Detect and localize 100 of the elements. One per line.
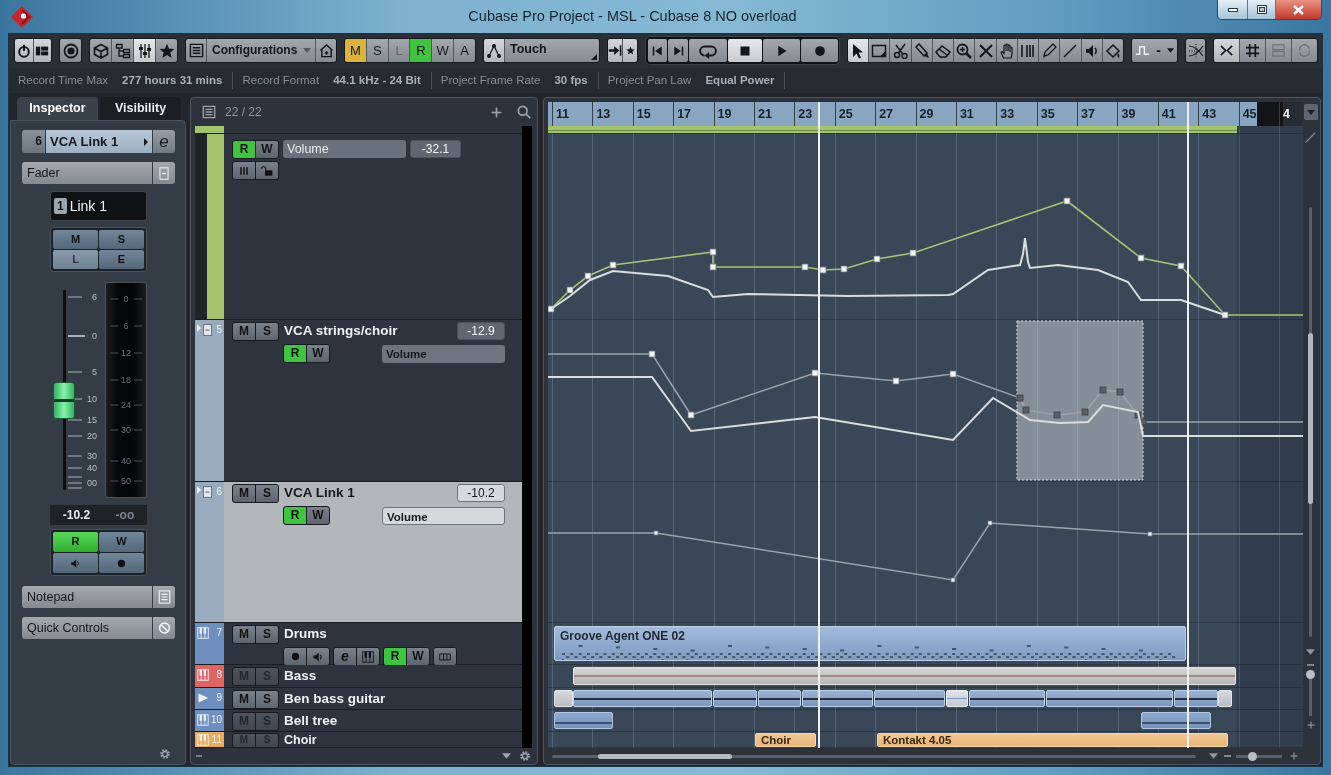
grid-button[interactable]	[1239, 39, 1265, 62]
automation-mode-dropdown[interactable]: Touch	[504, 39, 599, 62]
solo-button[interactable]: S	[256, 322, 278, 340]
scrollbar-thumb[interactable]	[598, 753, 732, 759]
edit-button[interactable]: e	[153, 130, 175, 153]
read-button[interactable]: R	[284, 507, 306, 524]
glue-tool-button[interactable]	[910, 39, 932, 62]
track-header[interactable]: 5 M S VCA strings/choir -12.9 R W Volume	[195, 320, 522, 482]
mute-tool-button[interactable]	[974, 39, 996, 62]
zoom-slider-track[interactable]	[1236, 754, 1282, 758]
audio-event[interactable]	[874, 690, 945, 707]
track-name-button[interactable]: VCA Link 1	[46, 130, 152, 153]
automation-mode-button[interactable]: R	[409, 39, 432, 62]
parameter-field[interactable]: Volume	[283, 140, 406, 158]
write-button[interactable]: W	[407, 648, 429, 665]
split-tool-button[interactable]	[889, 39, 911, 62]
range-tool-button[interactable]	[868, 39, 890, 62]
track-header[interactable]: 7 M S Drums e R W	[195, 623, 522, 665]
section-toggle-button[interactable]	[153, 162, 175, 184]
crossfade-button[interactable]	[1186, 39, 1205, 62]
close-button[interactable]	[1275, 0, 1321, 19]
mute-button[interactable]: M	[53, 230, 98, 249]
erase-tool-button[interactable]	[931, 39, 954, 62]
lock-button[interactable]	[256, 162, 278, 179]
fader-handle[interactable]	[53, 381, 75, 419]
track-header[interactable]: 6 M S VCA Link 1 -10.2 R W Volume	[195, 482, 522, 623]
audio-event[interactable]	[573, 690, 712, 707]
value-field[interactable]: -12.9	[457, 322, 505, 340]
vertical-scrollbar[interactable]	[1309, 207, 1312, 637]
automation-curve[interactable]	[548, 197, 1303, 319]
settings-button[interactable]	[159, 748, 171, 760]
list-button[interactable]	[186, 39, 206, 62]
scroll-down-button[interactable]	[502, 753, 511, 759]
stop-button[interactable]	[728, 39, 762, 62]
value-field[interactable]: -32.1	[410, 140, 461, 158]
scrollbar-thumb[interactable]	[1308, 333, 1313, 504]
previous-button[interactable]	[648, 39, 667, 62]
mute-button[interactable]: M	[233, 484, 255, 502]
toolbar-button[interactable]	[90, 39, 111, 62]
edit-button[interactable]: E	[99, 250, 144, 269]
color-tool-button[interactable]	[1101, 39, 1123, 62]
midi-part[interactable]	[554, 712, 613, 729]
timeline-ruler[interactable]: 11 13 15 17 19 21 23 25 27 29 31 33 35 37 39 41 43 45 4	[548, 102, 1303, 126]
track-list-menu-button[interactable]	[202, 105, 216, 119]
section-header[interactable]: Notepad	[22, 586, 152, 608]
cycle-button[interactable]	[689, 39, 727, 62]
toolbar-button[interactable]	[622, 39, 637, 62]
home-button[interactable]	[315, 39, 336, 62]
record-button[interactable]	[284, 648, 306, 665]
value-field[interactable]: -10.2	[457, 484, 505, 502]
parameter-dropdown[interactable]: Volume	[382, 344, 505, 363]
toolbar-button[interactable]	[133, 39, 155, 62]
snap-button[interactable]	[1214, 39, 1239, 62]
power-button[interactable]	[15, 39, 33, 62]
write-button[interactable]: W	[99, 532, 144, 552]
toolbar-button[interactable]	[155, 39, 177, 62]
solo-button[interactable]: S	[256, 625, 278, 643]
next-button[interactable]	[668, 39, 688, 62]
automation-mode-button[interactable]: S	[365, 39, 388, 62]
read-button[interactable]: R	[384, 648, 406, 665]
vca-sum-curve[interactable]	[548, 376, 1303, 442]
audio-event[interactable]	[713, 690, 757, 707]
automation-mode-button[interactable]: M	[345, 39, 366, 62]
solo-button[interactable]: S	[256, 690, 278, 708]
track-header[interactable]: 9 M S Ben bass guitar	[195, 688, 522, 710]
midi-part[interactable]: Groove Agent ONE 02	[554, 626, 1186, 661]
section-button[interactable]	[153, 586, 175, 608]
solo-button[interactable]: S	[256, 484, 278, 502]
maximize-button[interactable]	[1247, 0, 1275, 19]
time-warp-tool-button[interactable]	[1016, 39, 1039, 62]
constrain-button[interactable]	[60, 39, 81, 62]
lanes-button[interactable]	[434, 648, 456, 665]
audio-event[interactable]	[969, 690, 1045, 707]
toolbar-button[interactable]	[608, 39, 622, 62]
automation-mode-button[interactable]: A	[453, 39, 475, 62]
selection-rectangle[interactable]	[1016, 320, 1144, 481]
edit-button[interactable]: e	[334, 648, 356, 665]
zoom-slider-track[interactable]	[1309, 670, 1312, 716]
audio-event[interactable]	[758, 690, 801, 707]
record-enable-button[interactable]	[99, 553, 144, 573]
line-tool-button[interactable]	[1059, 39, 1081, 62]
section-button[interactable]	[153, 617, 175, 639]
play-tool-button[interactable]	[1080, 39, 1102, 62]
write-button[interactable]: W	[256, 140, 278, 158]
automation-curve[interactable]	[548, 350, 1303, 426]
comp-tool-button[interactable]	[995, 39, 1017, 62]
toolbar-button[interactable]	[111, 39, 133, 62]
record-button[interactable]	[801, 39, 838, 62]
configurations-dropdown[interactable]: Configurations	[206, 39, 315, 62]
inspector-tab[interactable]: Visibility	[100, 97, 181, 120]
zoom-slider-thumb[interactable]	[1306, 669, 1315, 679]
draw-tool-button[interactable]	[1038, 39, 1060, 62]
read-button[interactable]: R	[233, 140, 255, 158]
section-header[interactable]: Quick Controls	[22, 617, 152, 639]
quantize-dropdown[interactable]: -	[1132, 39, 1177, 62]
write-button[interactable]: W	[307, 507, 329, 524]
vca-sum-curve[interactable]	[550, 237, 1226, 316]
audio-event[interactable]	[1046, 690, 1173, 707]
write-button[interactable]: W	[307, 345, 329, 362]
mute-button[interactable]: M	[233, 322, 255, 340]
